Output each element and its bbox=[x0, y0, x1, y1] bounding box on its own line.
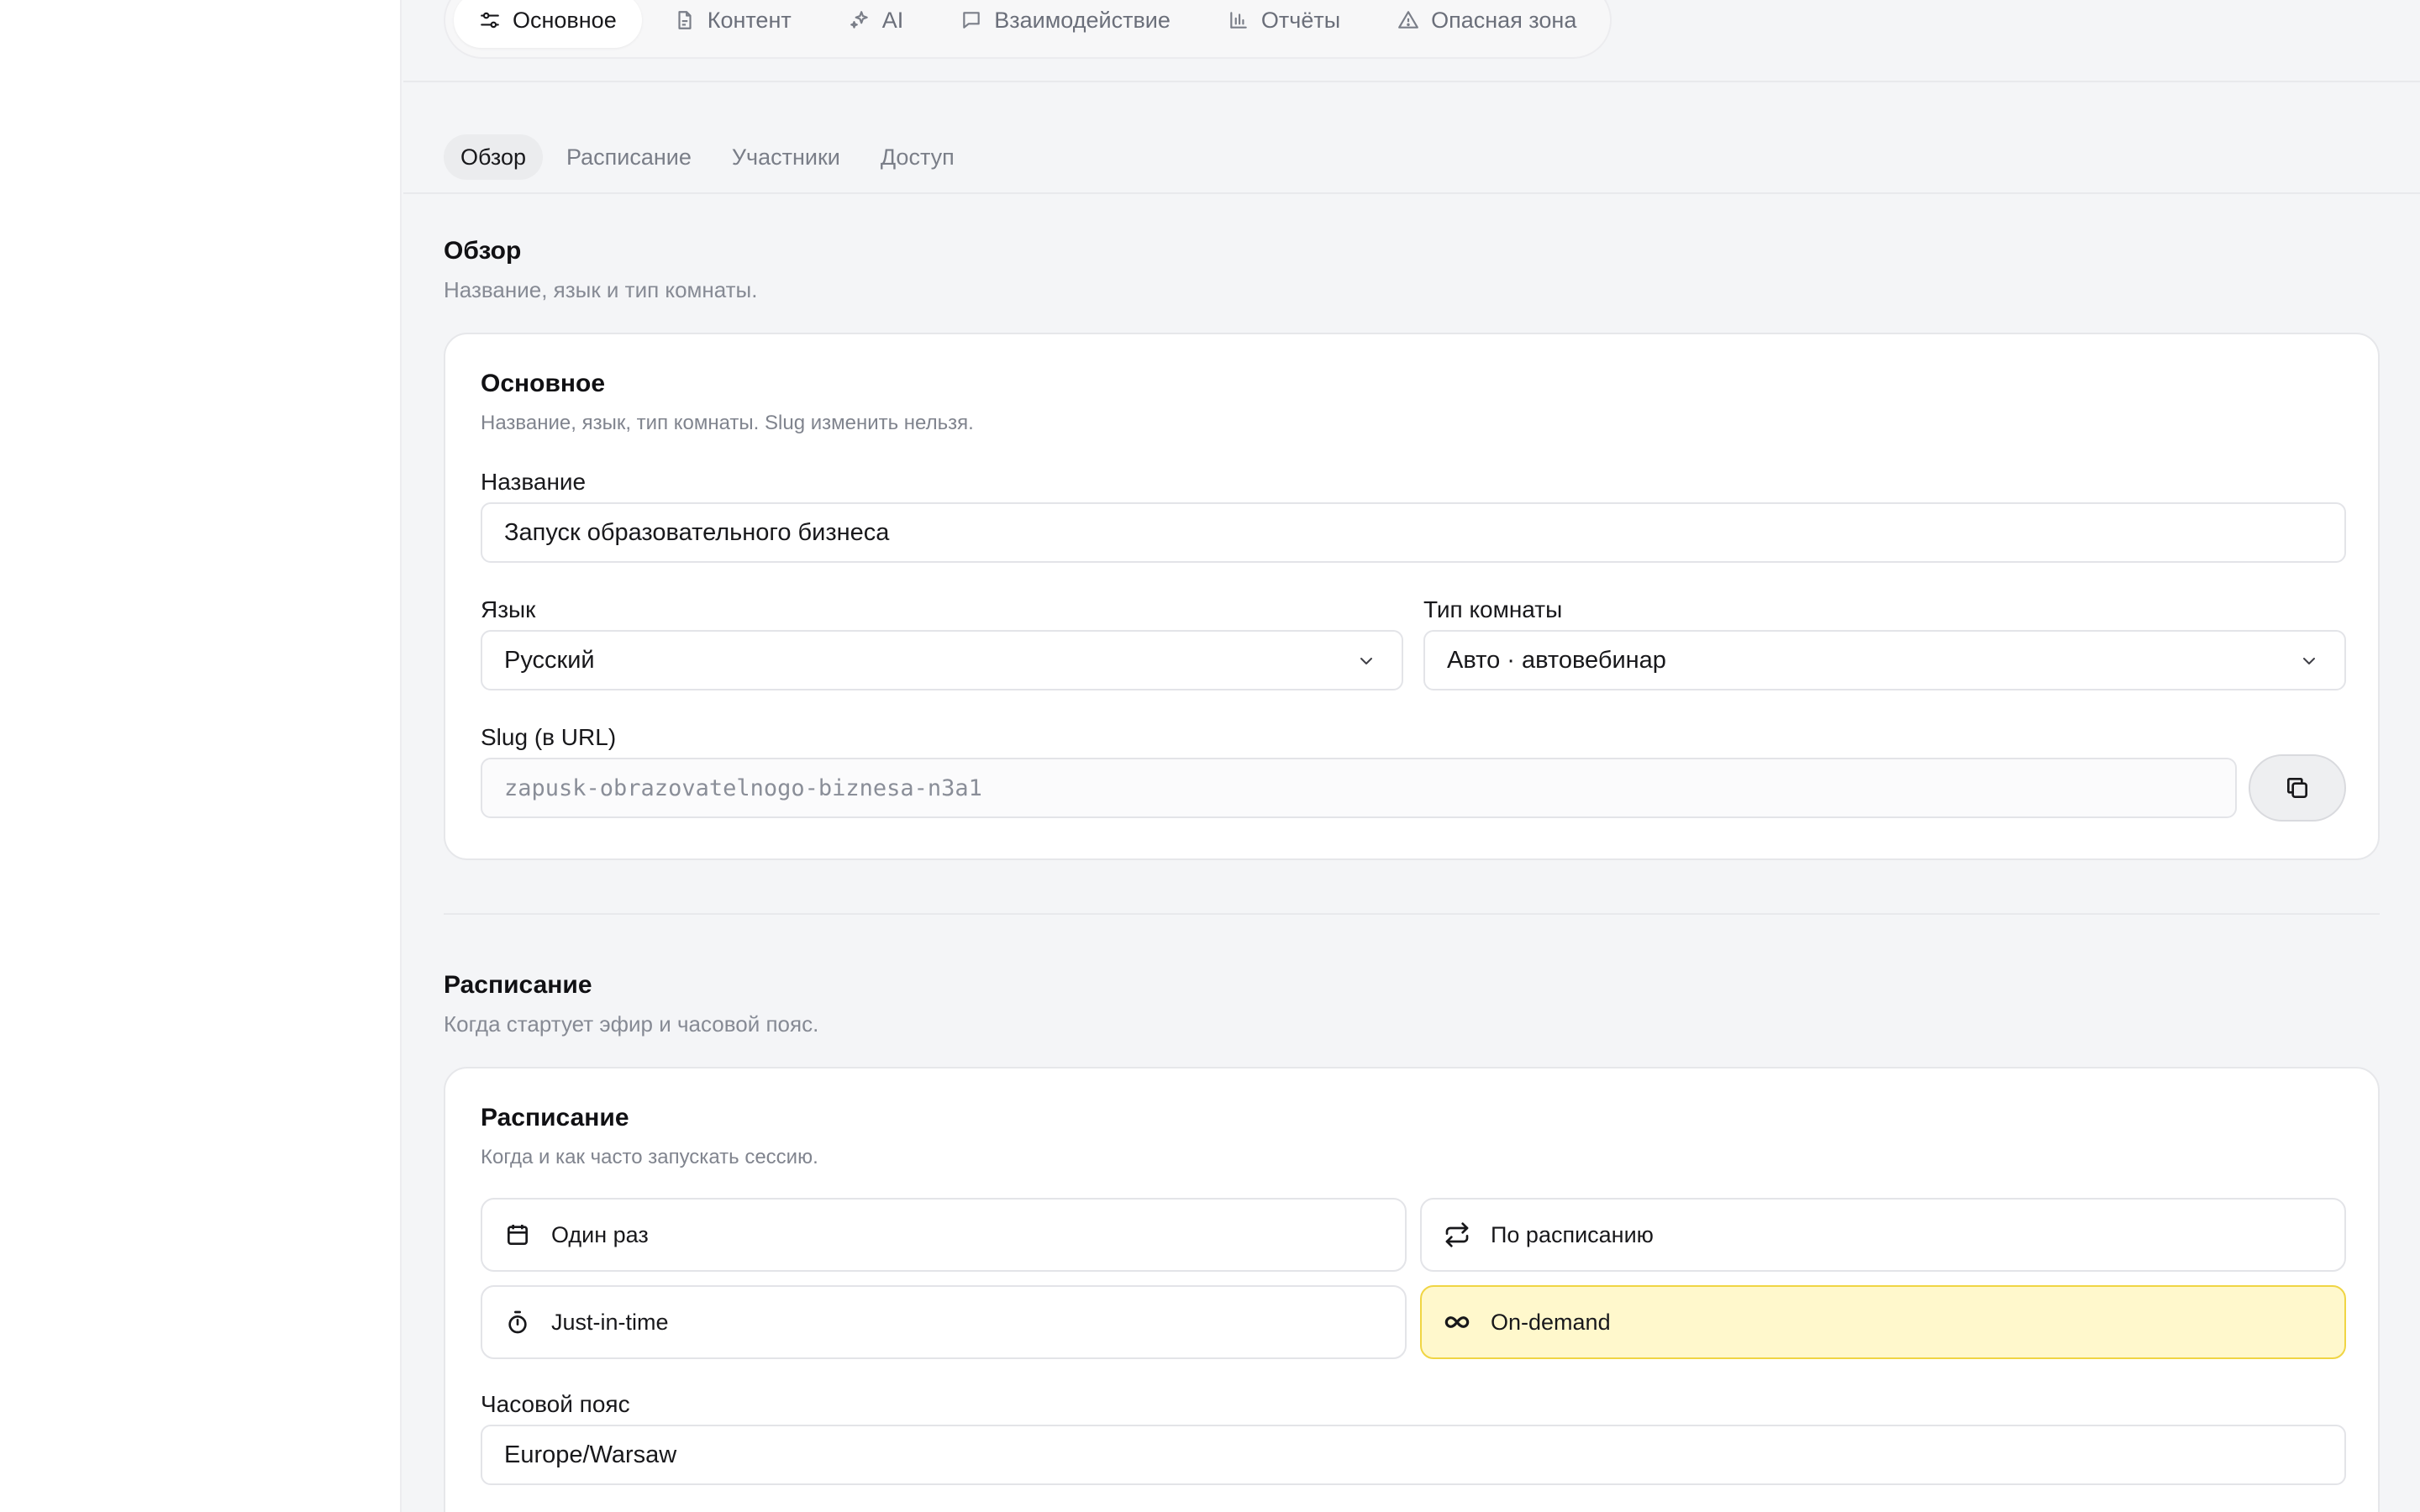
section-title-overview: Обзор bbox=[444, 237, 522, 265]
subtab-participants[interactable]: Участники bbox=[715, 134, 857, 180]
option-label: Один раз bbox=[551, 1221, 649, 1247]
tab-label: Отчёты bbox=[1260, 7, 1341, 33]
timezone-label: Часовой пояс bbox=[481, 1391, 630, 1417]
card-subtitle: Название, язык, тип комнаты. Slug измени… bbox=[481, 412, 974, 434]
slug-field: zapusk-obrazovatelnogo-biznesa-n3a1 bbox=[481, 758, 2237, 818]
name-input[interactable]: Запуск образовательного бизнеса bbox=[481, 502, 2346, 563]
room-type-value: Авто · автовебинар bbox=[1447, 646, 1666, 674]
repeat-icon bbox=[1445, 1222, 1469, 1247]
document-icon bbox=[678, 11, 692, 29]
main-content: Основное Контент AI Взаимодействие Отчёт… bbox=[403, 0, 2420, 1512]
schedule-option-recurring[interactable]: По расписанию bbox=[1420, 1198, 2346, 1272]
schedule-option-just-in-time[interactable]: Just-in-time bbox=[481, 1285, 1407, 1359]
bar-chart-icon bbox=[1230, 12, 1247, 29]
schedule-option-on-demand[interactable]: On-demand bbox=[1420, 1285, 2346, 1359]
option-label: По расписанию bbox=[1491, 1221, 1654, 1247]
chevron-down-icon bbox=[2303, 658, 2315, 664]
copy-icon bbox=[2287, 778, 2307, 798]
sidebar bbox=[0, 0, 402, 1512]
option-label: Just-in-time bbox=[551, 1309, 669, 1335]
subtab-overview[interactable]: Обзор bbox=[444, 134, 543, 180]
copy-slug-button[interactable] bbox=[2249, 754, 2346, 822]
language-select[interactable]: Русский bbox=[481, 630, 1403, 690]
schedule-option-once[interactable]: Один раз bbox=[481, 1198, 1407, 1272]
card-title: Расписание bbox=[481, 1104, 629, 1131]
subtab-schedule[interactable]: Расписание bbox=[550, 134, 708, 180]
basic-settings-card: Основное Название, язык, тип комнаты. Sl… bbox=[444, 333, 2380, 860]
tab-reports[interactable]: Отчёты bbox=[1202, 0, 1365, 48]
language-label: Язык bbox=[481, 596, 536, 622]
subtab-access[interactable]: Доступ bbox=[864, 134, 971, 180]
tab-interaction[interactable]: Взаимодействие bbox=[935, 0, 1196, 48]
schedule-card: Расписание Когда и как часто запускать с… bbox=[444, 1067, 2380, 1512]
sliders-icon bbox=[481, 12, 499, 29]
tab-basic[interactable]: Основное bbox=[454, 0, 642, 48]
calendar-icon bbox=[508, 1225, 528, 1245]
section-subtitle-schedule: Когда стартует эфир и часовой пояс. bbox=[444, 1011, 819, 1037]
stopwatch-icon bbox=[508, 1310, 527, 1334]
slug-label: Slug (в URL) bbox=[481, 724, 617, 750]
timezone-input[interactable]: Europe/Warsaw bbox=[481, 1425, 2346, 1485]
section-subtitle-overview: Название, язык и тип комнаты. bbox=[444, 277, 758, 302]
timezone-value: Europe/Warsaw bbox=[504, 1441, 677, 1468]
tab-label: AI bbox=[881, 7, 904, 33]
slug-value: zapusk-obrazovatelnogo-biznesa-n3a1 bbox=[504, 774, 982, 801]
tab-label: Опасная зона bbox=[1431, 7, 1577, 33]
chat-bubble-icon bbox=[963, 12, 980, 29]
tab-content[interactable]: Контент bbox=[649, 0, 817, 48]
warning-icon bbox=[1398, 11, 1419, 29]
subtabs-divider bbox=[403, 192, 2420, 194]
option-label: On-demand bbox=[1491, 1309, 1611, 1335]
language-value: Русский bbox=[504, 646, 595, 674]
name-label: Название bbox=[481, 469, 587, 495]
tab-label: Контент bbox=[707, 7, 792, 33]
section-nav-bar: Основное Контент AI Взаимодействие Отчёт… bbox=[403, 0, 2420, 82]
section-title-schedule: Расписание bbox=[444, 971, 592, 999]
infinity-icon bbox=[1444, 1316, 1470, 1328]
tab-label: Взаимодействие bbox=[994, 7, 1171, 33]
card-title: Основное bbox=[481, 370, 606, 397]
tab-label: Основное bbox=[513, 7, 617, 33]
card-subtitle: Когда и как часто запускать сессию. bbox=[481, 1146, 818, 1168]
name-value: Запуск образовательного бизнеса bbox=[504, 518, 890, 546]
section-divider bbox=[444, 913, 2380, 915]
sparkles-icon bbox=[850, 11, 868, 29]
sub-tabs: Обзор Расписание Участники Доступ bbox=[444, 134, 971, 180]
room-type-select[interactable]: Авто · автовебинар bbox=[1423, 630, 2346, 690]
tab-ai[interactable]: AI bbox=[823, 0, 929, 48]
chevron-down-icon bbox=[1360, 658, 1372, 664]
section-tabs: Основное Контент AI Взаимодействие Отчёт… bbox=[444, 0, 1612, 59]
room-type-label: Тип комнаты bbox=[1423, 596, 1563, 622]
tab-danger-zone[interactable]: Опасная зона bbox=[1372, 0, 1602, 48]
